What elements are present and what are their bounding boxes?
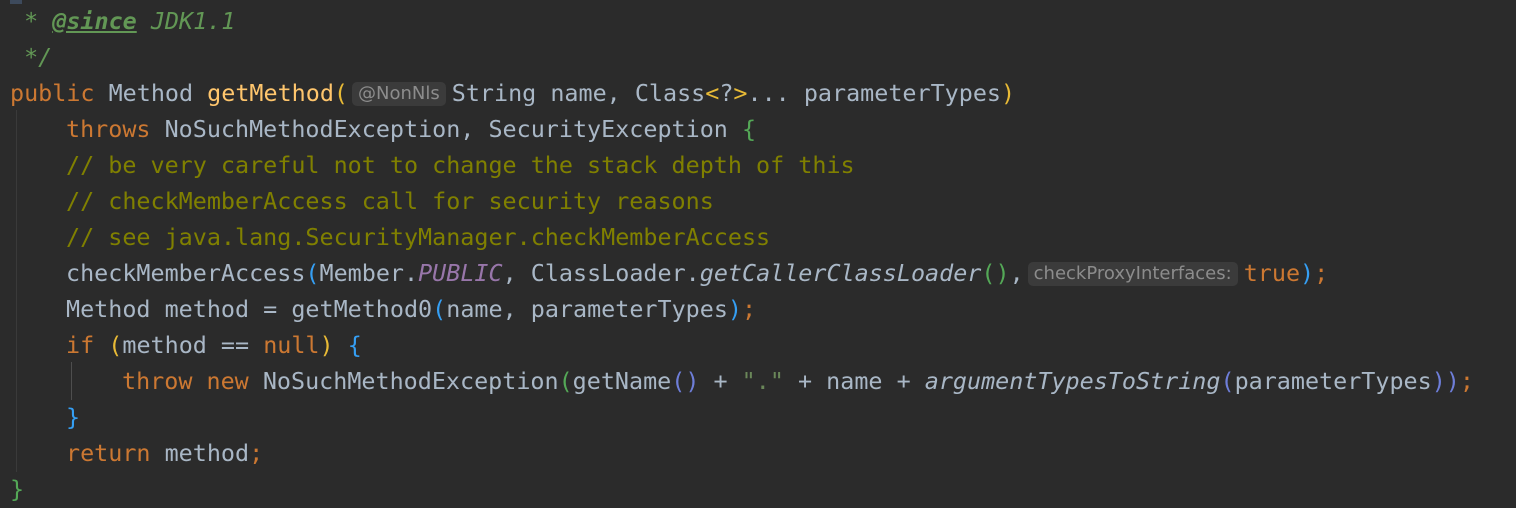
code-token: ) xyxy=(319,331,334,359)
code-token: checkMemberAccess xyxy=(66,259,306,287)
code-token: * xyxy=(10,7,53,35)
code-token: "." xyxy=(741,367,784,395)
code-token: Method xyxy=(94,79,208,107)
code-line[interactable]: checkMemberAccess(Member.PUBLIC, ClassLo… xyxy=(10,255,1328,291)
code-token: null xyxy=(263,331,320,359)
code-token: { xyxy=(347,331,362,359)
code-token: ; xyxy=(742,295,757,323)
code-token: */ xyxy=(10,43,53,71)
code-editor[interactable]: * @since JDK1.1 */ public Method getMetho… xyxy=(0,0,1516,508)
code-token: // checkMemberAccess call for security r… xyxy=(66,187,714,215)
code-token: < xyxy=(705,79,720,107)
code-token: throws xyxy=(66,115,151,143)
code-token: PUBLIC xyxy=(418,259,503,287)
code-token: > xyxy=(733,79,748,107)
code-line[interactable]: // be very careful not to change the sta… xyxy=(10,147,855,183)
code-token: ) xyxy=(1001,79,1016,107)
code-token: ( xyxy=(108,331,123,359)
code-line[interactable]: */ xyxy=(10,39,52,75)
code-line[interactable]: if (method == null) { xyxy=(10,327,362,363)
code-token: )) xyxy=(1431,367,1460,395)
code-token: ( xyxy=(1220,367,1235,395)
code-token: Method method = getMethod0 xyxy=(66,295,433,323)
code-line[interactable]: } xyxy=(10,471,24,507)
code-token: NoSuchMethodException xyxy=(248,367,559,395)
code-token: + name + xyxy=(783,367,925,395)
code-token: ( xyxy=(333,79,349,107)
code-token: ( xyxy=(432,295,447,323)
code-line[interactable]: throws NoSuchMethodException, SecurityEx… xyxy=(10,111,756,147)
code-line[interactable]: } xyxy=(10,399,80,435)
code-line[interactable]: Method method = getMethod0(name, paramet… xyxy=(10,291,756,327)
code-token: ) xyxy=(727,295,742,323)
code-line[interactable]: // see java.lang.SecurityManager.checkMe… xyxy=(10,219,770,255)
code-line[interactable]: // checkMemberAccess call for security r… xyxy=(10,183,714,219)
code-token: String name, Class xyxy=(451,79,706,107)
code-token: method xyxy=(150,439,250,467)
parameter-hint: checkProxyInterfaces: xyxy=(1027,262,1238,286)
code-line[interactable]: return method; xyxy=(10,435,263,471)
code-token: () xyxy=(671,367,700,395)
code-token: + xyxy=(699,367,742,395)
code-token: parameterTypes xyxy=(1234,367,1432,395)
code-token: ; xyxy=(249,439,264,467)
code-token: ; xyxy=(1314,259,1329,287)
code-token: // see java.lang.SecurityManager.checkMe… xyxy=(66,223,771,251)
code-token: method == xyxy=(122,331,264,359)
code-token: , xyxy=(1009,259,1024,287)
code-token: , ClassLoader. xyxy=(502,259,700,287)
code-token: @since xyxy=(52,7,137,35)
code-token: ? xyxy=(719,79,734,107)
code-line[interactable]: throw new NoSuchMethodException(getName(… xyxy=(10,363,1474,399)
code-token: ... parameterTypes xyxy=(747,79,1001,107)
code-token: public xyxy=(10,79,95,107)
code-token: getMethod xyxy=(207,79,334,107)
code-token: name, parameterTypes xyxy=(446,295,728,323)
code-token: getCallerClassLoader xyxy=(699,259,982,287)
code-token: ( xyxy=(305,259,320,287)
code-token: ( xyxy=(558,367,573,395)
code-line[interactable]: public Method getMethod(@NonNls String na… xyxy=(10,75,1015,111)
code-token: throw new xyxy=(122,367,249,395)
code-token: true xyxy=(1243,259,1301,287)
code-token: // be very careful not to change the sta… xyxy=(66,151,855,179)
code-token: ; xyxy=(1459,367,1474,395)
code-token: if xyxy=(66,331,95,359)
code-token: argumentTypesToString xyxy=(924,367,1221,395)
code-token: } xyxy=(66,403,81,431)
code-token: } xyxy=(10,475,25,503)
code-token: () xyxy=(981,259,1010,287)
code-token: { xyxy=(741,115,757,143)
code-line[interactable]: * @since JDK1.1 xyxy=(10,3,235,39)
code-token: return xyxy=(66,439,151,467)
code-token: getName xyxy=(572,367,672,395)
parameter-hint: @NonNls xyxy=(352,82,446,106)
code-token: JDK1.1 xyxy=(136,7,236,35)
code-token: NoSuchMethodException, SecurityException xyxy=(150,115,742,143)
code-token: Member. xyxy=(319,259,419,287)
code-token: ) xyxy=(1300,259,1315,287)
